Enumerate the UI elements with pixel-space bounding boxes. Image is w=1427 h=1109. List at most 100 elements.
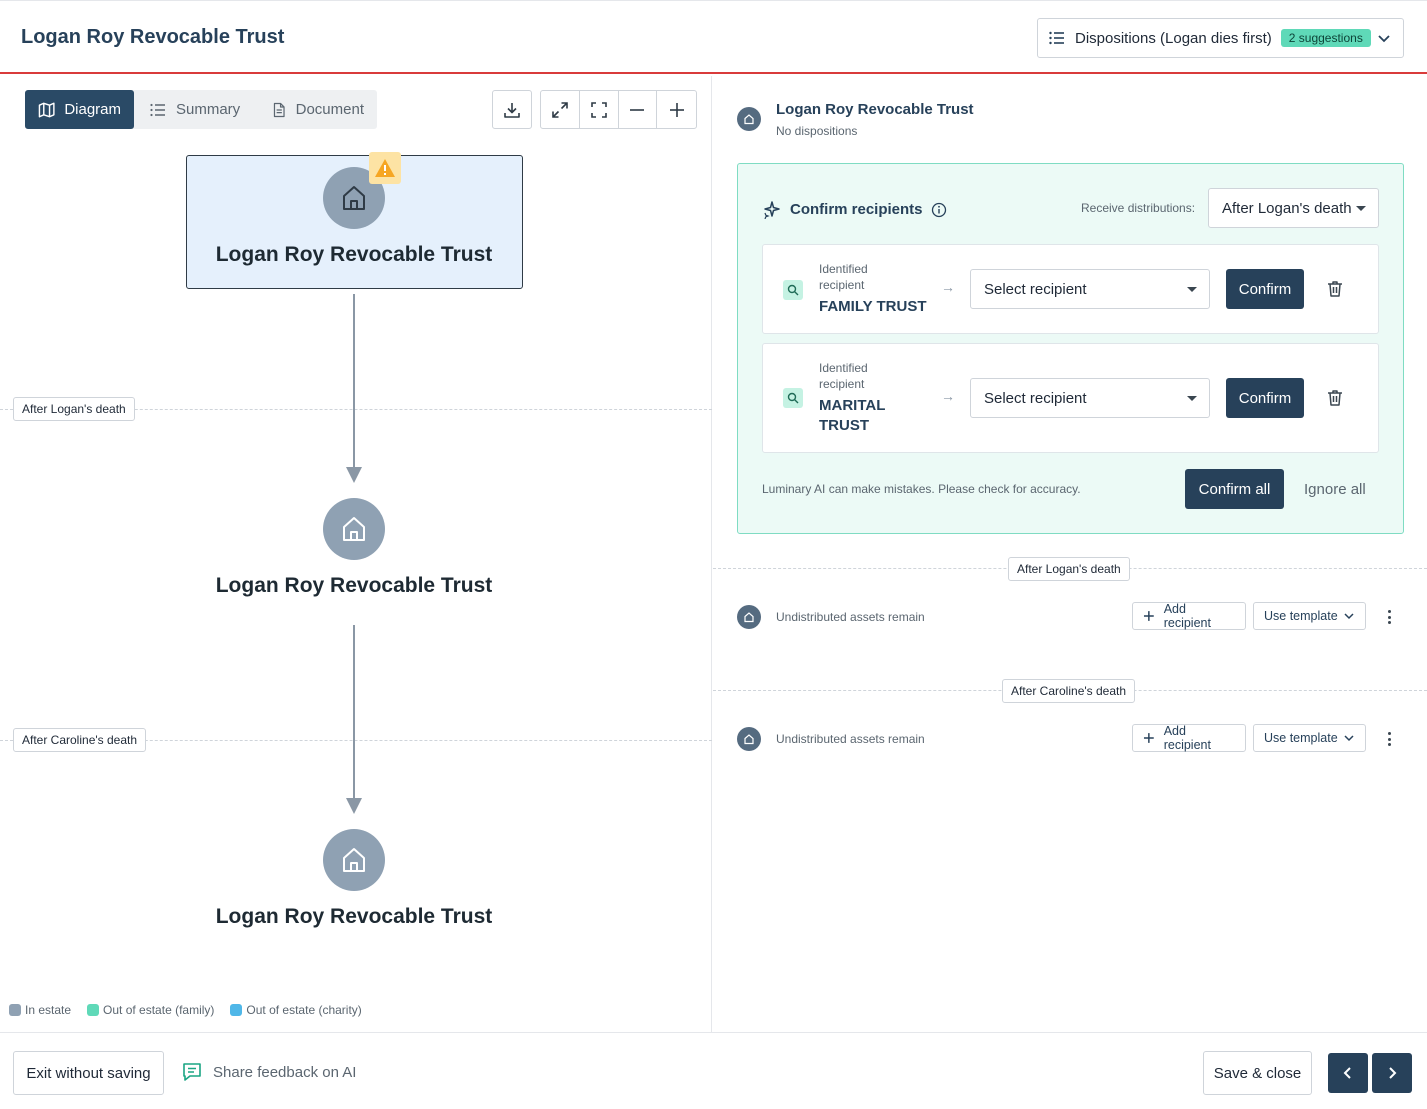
recipient-card: Identified recipient MARITAL TRUST → Sel…: [762, 343, 1379, 453]
zoom-controls: [540, 90, 697, 129]
tab-summary-label: Summary: [176, 101, 241, 118]
add-recipient-label: Add recipient: [1163, 724, 1211, 752]
save-close-button[interactable]: Save & close: [1203, 1051, 1312, 1095]
house-icon: [744, 612, 754, 623]
chevron-down-icon: [1378, 35, 1390, 43]
node-label: Logan Roy Revocable Trust: [215, 905, 493, 928]
entity-subtitle: No dispositions: [776, 124, 858, 138]
use-template-select[interactable]: Use template: [1253, 602, 1366, 630]
list-icon: [1049, 31, 1064, 45]
more-options-icon[interactable]: [1387, 732, 1391, 746]
identified-recipient-name: MARITAL TRUST: [819, 397, 886, 434]
house-icon: [744, 114, 754, 125]
zoom-out-icon: [630, 108, 645, 111]
arrow-right-icon: →: [941, 388, 955, 404]
ai-suggestions-box: Confirm recipients Receive distributions…: [737, 163, 1404, 534]
ai-disclaimer: Luminary AI can make mistakes. Please ch…: [762, 482, 1081, 496]
caret-down-icon: [1356, 206, 1366, 211]
more-options-icon[interactable]: [1387, 610, 1391, 624]
entity-avatar: [737, 107, 761, 131]
house-icon: [343, 517, 365, 541]
dispositions-panel: Logan Roy Revocable Trust No disposition…: [713, 76, 1427, 1032]
add-recipient-button[interactable]: Add recipient: [1132, 724, 1246, 752]
entity-avatar: [737, 605, 761, 629]
section-label: After Caroline's death: [1002, 679, 1136, 703]
legend-item: Out of estate (family): [87, 1003, 214, 1017]
use-template-label: Use template: [1264, 731, 1338, 745]
ai-box-title: Confirm recipients: [762, 200, 956, 219]
fit-screen-button[interactable]: [580, 91, 619, 128]
search-icon: [787, 284, 799, 296]
download-button[interactable]: [492, 90, 532, 129]
previous-button[interactable]: [1328, 1053, 1368, 1093]
legend-swatch: [230, 1004, 243, 1016]
tab-summary[interactable]: Summary: [134, 90, 256, 129]
section-label: After Caroline's death: [13, 728, 147, 752]
flow-arrow: [353, 625, 355, 799]
confirm-button[interactable]: Confirm: [1226, 269, 1304, 309]
node-avatar[interactable]: [323, 829, 385, 891]
diagram-panel: Diagram Summary Document After Logan's d…: [0, 76, 712, 1032]
tab-document[interactable]: Document: [256, 90, 377, 129]
tab-diagram-label: Diagram: [64, 101, 121, 118]
receive-distributions-select[interactable]: After Logan's death: [1208, 188, 1379, 228]
use-template-select[interactable]: Use template: [1253, 724, 1366, 752]
receive-distributions-value: After Logan's death: [1222, 199, 1352, 217]
plus-icon: [1143, 611, 1154, 621]
undistributed-text: Undistributed assets remain: [776, 610, 925, 624]
exit-without-saving-button[interactable]: Exit without saving: [13, 1051, 164, 1095]
arrow-head: [346, 467, 362, 483]
recipient-select-value: Select recipient: [984, 389, 1087, 407]
recipient-select[interactable]: Select recipient: [970, 378, 1210, 418]
trash-icon[interactable]: [1325, 388, 1345, 408]
suggestions-badge: 2 suggestions: [1280, 29, 1371, 47]
house-icon: [343, 848, 365, 872]
entity-title: Logan Roy Revocable Trust: [776, 101, 974, 118]
expand-button[interactable]: [541, 91, 580, 128]
fit-screen-icon: [590, 101, 607, 118]
arrow-right-icon: →: [941, 279, 955, 295]
use-template-label: Use template: [1264, 609, 1338, 623]
search-icon: [787, 392, 799, 404]
ai-box-title-text: Confirm recipients: [790, 201, 923, 218]
recipient-select[interactable]: Select recipient: [970, 269, 1210, 309]
legend-label: In estate: [25, 1003, 72, 1017]
map-icon: [38, 102, 55, 117]
flow-arrow: [353, 294, 355, 468]
ignore-all-button[interactable]: Ignore all: [1304, 481, 1366, 498]
node-avatar[interactable]: [323, 498, 385, 560]
add-recipient-button[interactable]: Add recipient: [1132, 602, 1246, 630]
undistributed-text: Undistributed assets remain: [776, 732, 925, 746]
identified-recipient-name: FAMILY TRUST: [819, 298, 927, 315]
legend-swatch: [9, 1004, 21, 1016]
zoom-in-icon: [669, 102, 684, 117]
sparkle-icon: [764, 201, 780, 219]
chevron-left-icon: [1343, 1067, 1351, 1079]
identified-recipient-label: Identified recipient: [819, 262, 868, 292]
next-button[interactable]: [1372, 1053, 1412, 1093]
legend-item: In estate: [9, 1003, 71, 1017]
info-icon[interactable]: [931, 202, 947, 218]
confirm-all-button[interactable]: Confirm all: [1185, 469, 1284, 509]
tab-diagram[interactable]: Diagram: [25, 90, 134, 129]
page-header: Logan Roy Revocable Trust Dispositions (…: [0, 0, 1427, 74]
share-feedback-button[interactable]: Share feedback on AI: [181, 1061, 356, 1083]
dispositions-select-value: Dispositions (Logan dies first): [1075, 29, 1272, 47]
document-icon: [273, 102, 285, 117]
share-feedback-label: Share feedback on AI: [213, 1063, 357, 1081]
zoom-in-button[interactable]: [657, 91, 696, 128]
diagram-legend: In estate Out of estate (family) Out of …: [9, 1003, 378, 1017]
search-badge: [783, 388, 803, 408]
warning-icon: [375, 159, 395, 177]
page-title: Logan Roy Revocable Trust: [21, 26, 285, 48]
warning-badge: [369, 152, 401, 184]
confirm-button[interactable]: Confirm: [1226, 378, 1304, 418]
zoom-out-button[interactable]: [619, 91, 658, 128]
trash-icon[interactable]: [1325, 279, 1345, 299]
legend-label: Out of estate (charity): [246, 1003, 362, 1017]
node-label: Logan Roy Revocable Trust: [215, 243, 493, 266]
plus-icon: [1143, 733, 1154, 743]
download-icon: [504, 102, 520, 118]
feedback-icon: [183, 1063, 201, 1081]
dispositions-select[interactable]: Dispositions (Logan dies first) 2 sugges…: [1037, 18, 1404, 58]
